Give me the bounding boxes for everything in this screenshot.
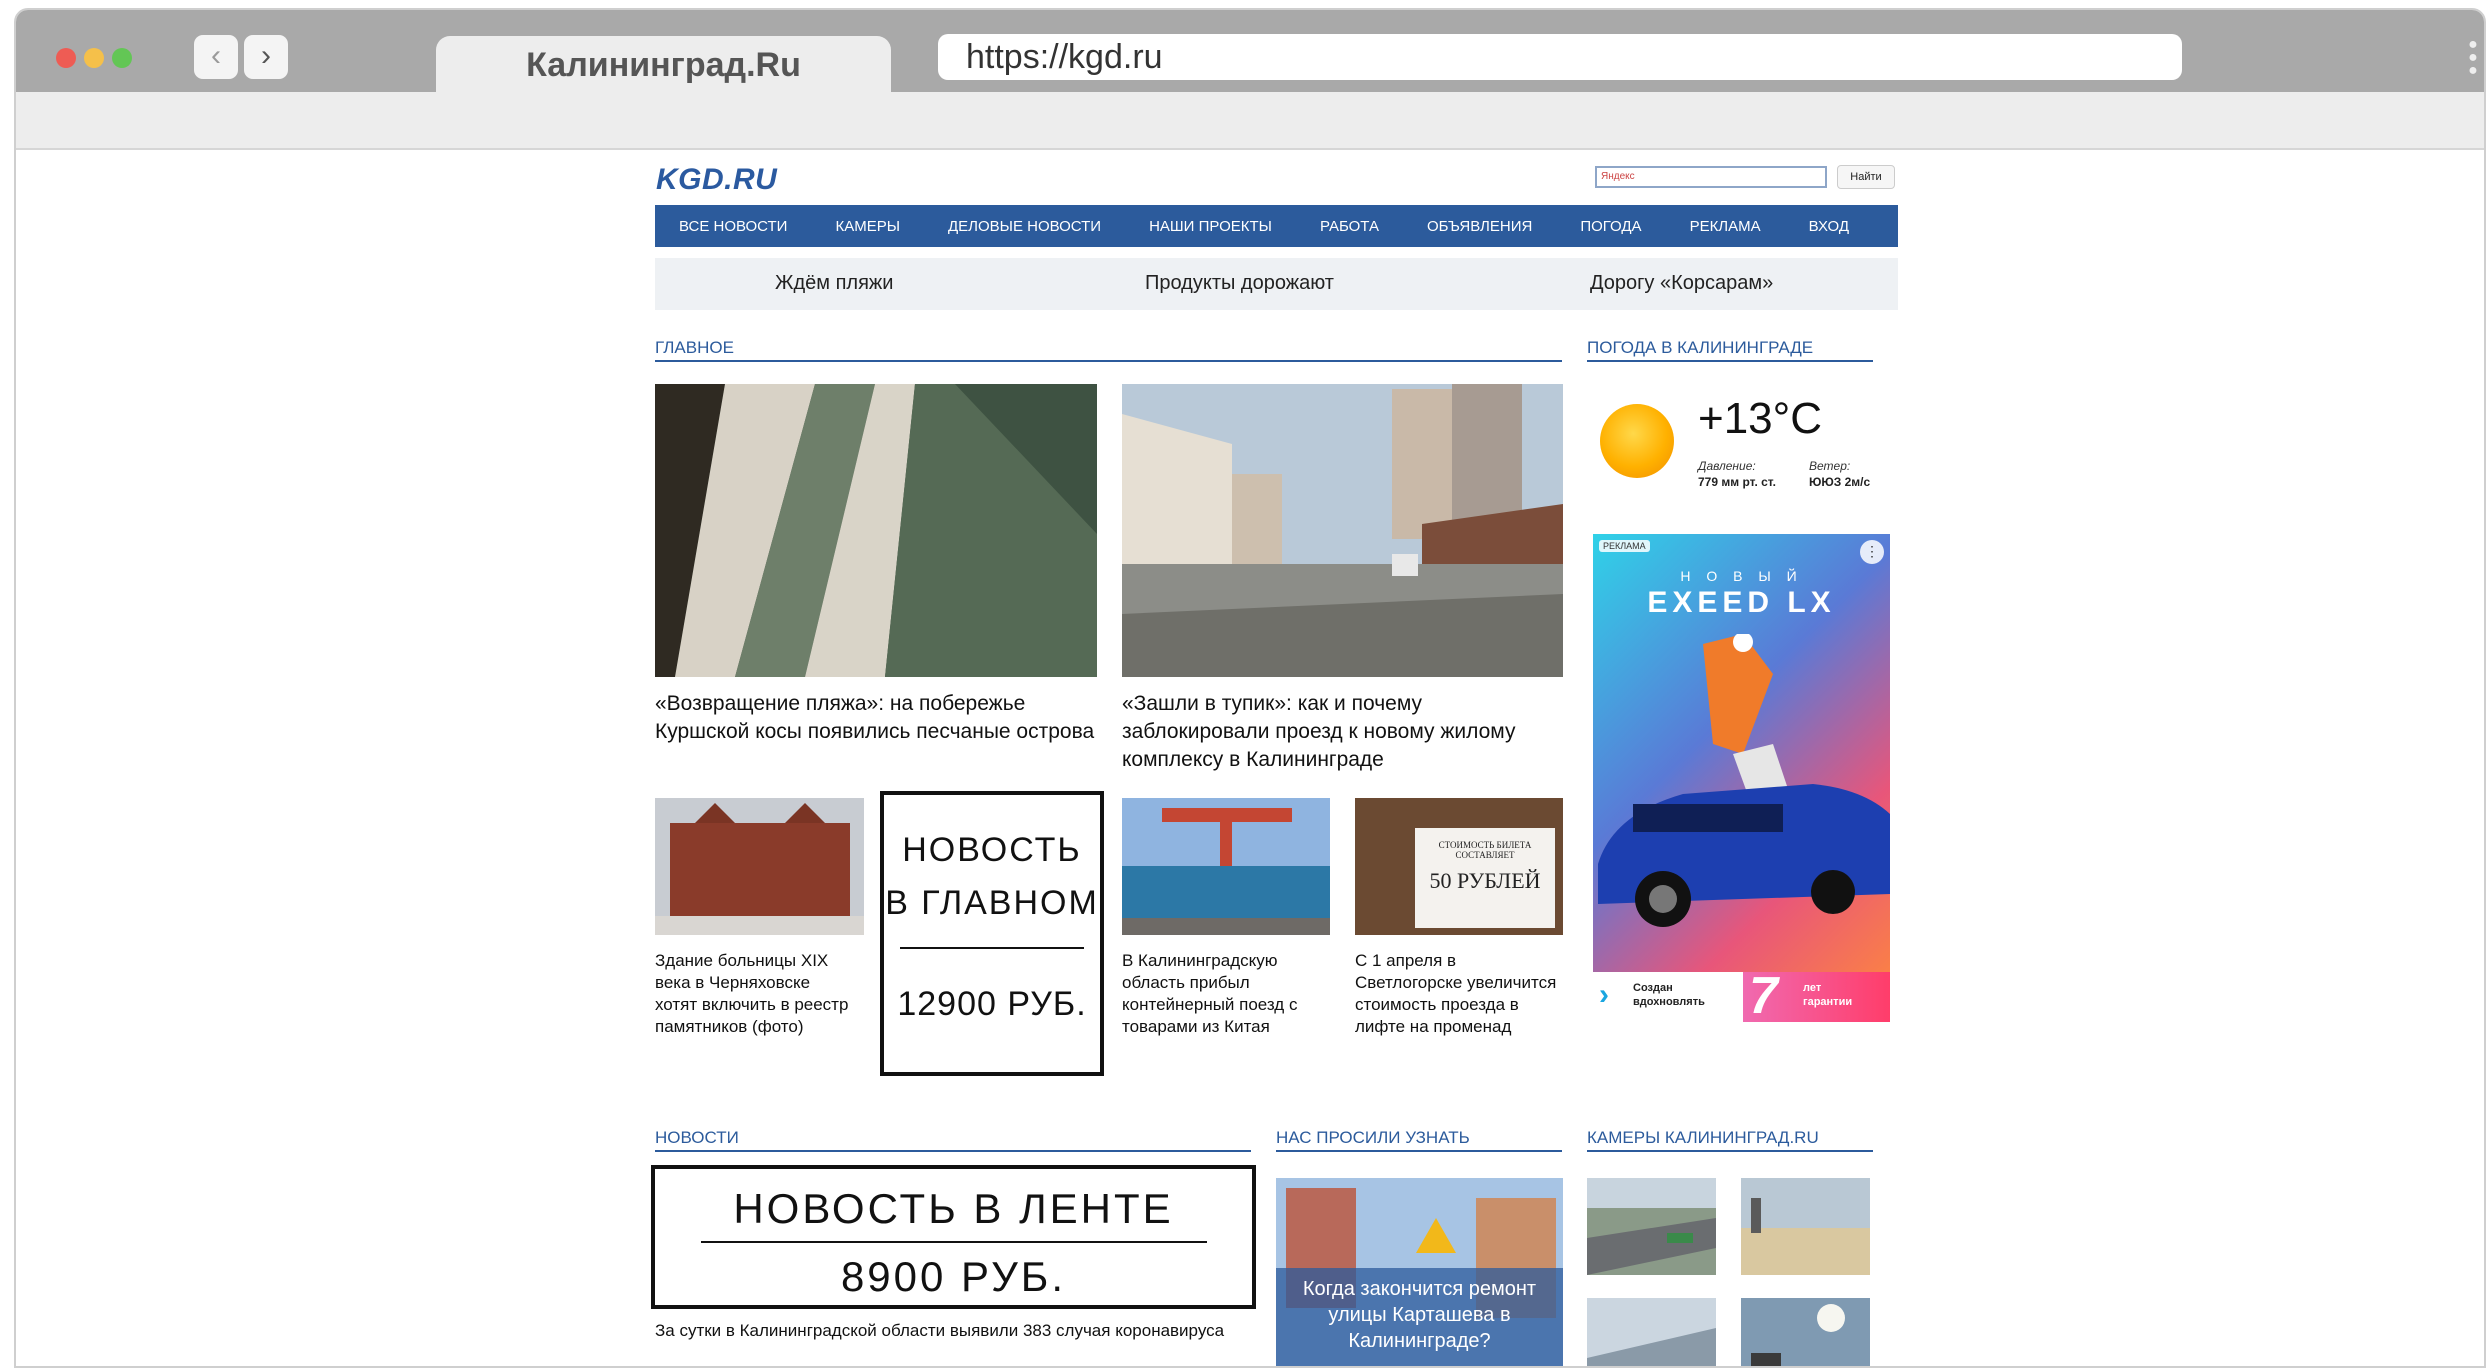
logo-text: KGD.RU (656, 163, 778, 196)
pressure-value: 779 мм рт. ст. (1698, 475, 1776, 489)
promo-feed-ad[interactable]: НОВОСТЬ В ЛЕНТЕ 8900 РУБ. (651, 1165, 1256, 1309)
chevron-right-icon: › (1599, 978, 1609, 1011)
search-input[interactable]: Яндекс (1595, 166, 1827, 188)
nav-advertising[interactable]: РЕКЛАМА (1690, 218, 1761, 235)
car-person-illustration (1598, 634, 1890, 927)
address-bar[interactable]: https://kgd.ru (938, 34, 2182, 80)
sign-price: 50 РУБЛЕЙ (1429, 868, 1541, 893)
pressure-label: Давление: (1698, 459, 1756, 473)
browser-tab[interactable]: Калининград.Ru (436, 36, 891, 96)
hospital-image (655, 798, 864, 935)
section-cameras-header[interactable]: КАМЕРЫ КАЛИНИНГРАД.RU (1587, 1128, 1873, 1152)
container-train-image (1122, 798, 1330, 935)
promo-main-ad[interactable]: НОВОСТЬ В ГЛАВНОМ 12900 РУБ. (880, 791, 1104, 1076)
trend-link[interactable]: Дорогу «Корсарам» (1590, 272, 1773, 295)
maximize-window-icon[interactable] (112, 48, 132, 68)
promo-line: В ГЛАВНОМ (885, 884, 1099, 922)
news-headline[interactable]: Здание больницы XIX века в Черняховске х… (655, 950, 855, 1038)
nav-login[interactable]: ВХОД (1809, 218, 1849, 235)
ad-label: РЕКЛАМА (1599, 540, 1650, 552)
exeed-banner-ad[interactable]: РЕКЛАМА ⋮ Н О В Ы Й EXEED LX › Создан вд… (1593, 534, 1890, 1022)
camera-sky-image (1741, 1298, 1870, 1366)
browser-menu-icon[interactable]: ● ● ● (2468, 37, 2478, 79)
price-sign: СТОИМОСТЬ БИЛЕТА СОСТАВЛЯЕТ 50 РУБЛЕЙ (1415, 828, 1555, 928)
section-asked-header[interactable]: НАС ПРОСИЛИ УЗНАТЬ (1276, 1128, 1562, 1152)
guarantee-text: гарантии (1803, 996, 1853, 1008)
section-news-header[interactable]: НОВОСТИ (655, 1128, 1251, 1152)
trend-link[interactable]: Ждём пляжи (775, 272, 893, 295)
nav-cameras[interactable]: КАМЕРЫ (835, 218, 900, 235)
banner-slogan: Создан (1633, 982, 1673, 994)
guarantee-years: 7 (1749, 967, 1778, 1022)
news-photo-beach[interactable] (655, 384, 1097, 677)
nav-all-news[interactable]: ВСЕ НОВОСТИ (679, 218, 787, 235)
forward-button[interactable]: › (244, 35, 288, 79)
sun-icon (1600, 404, 1674, 478)
trend-link[interactable]: Продукты дорожают (1145, 272, 1334, 295)
banner-footer: › Создан вдохновлять 7 лет гарантии (1593, 967, 1890, 1022)
camera-street-image (1587, 1178, 1716, 1275)
news-headline[interactable]: В Калининградскую область прибыл контейн… (1122, 950, 1327, 1038)
back-button[interactable]: ‹ (194, 35, 238, 79)
minimize-window-icon[interactable] (84, 48, 104, 68)
news-photo-train[interactable] (1122, 798, 1330, 935)
camera-thumbnail[interactable] (1587, 1298, 1716, 1366)
banner-brand: EXEED LX (1647, 586, 1836, 619)
weather-temperature[interactable]: +13°C (1698, 394, 1822, 444)
nav-weather[interactable]: ПОГОДА (1580, 218, 1641, 235)
camera-thumbnail[interactable] (1587, 1178, 1716, 1275)
promo-price: 8900 РУБ. (840, 1253, 1067, 1300)
section-weather-header[interactable]: ПОГОДА В КАЛИНИНГРАДЕ (1587, 338, 1873, 362)
trending-topics: Ждём пляжи Продукты дорожают Дорогу «Кор… (655, 258, 1898, 310)
nav-jobs[interactable]: РАБОТА (1320, 218, 1379, 235)
close-window-icon[interactable] (56, 48, 76, 68)
feed-headline[interactable]: За сутки в Калининградской области выяви… (655, 1320, 1251, 1342)
nav-business-news[interactable]: ДЕЛОВЫЕ НОВОСТИ (948, 218, 1101, 235)
promo-divider (900, 947, 1084, 949)
sign-text: СОСТАВЛЯЕТ (1455, 850, 1515, 860)
ad-menu-icon[interactable]: ⋮ (1860, 540, 1884, 564)
wind-value: ЮЮЗ 2м/с (1809, 475, 1871, 489)
camera-coast-image (1587, 1298, 1716, 1366)
beach-aerial-image (655, 384, 1097, 677)
camera-thumbnail[interactable] (1741, 1298, 1870, 1366)
bookmarks-bar (16, 92, 2484, 150)
guarantee-text: лет (1803, 982, 1822, 994)
news-headline[interactable]: «Зашли в тупик»: как и почему заблокиров… (1122, 690, 1567, 774)
camera-thumbnail[interactable] (1741, 1178, 1870, 1275)
news-photo-street[interactable] (1122, 384, 1563, 677)
banner-slogan: вдохновлять (1633, 996, 1705, 1008)
promo-price: 12900 РУБ. (897, 985, 1087, 1023)
news-headline[interactable]: «Возвращение пляжа»: на побережье Куршск… (655, 690, 1097, 746)
site-logo[interactable]: KGD.RU (656, 163, 777, 197)
news-photo-hospital[interactable] (655, 798, 864, 935)
asked-title: Когда закончится ремонт улицы Карташева … (1302, 1278, 1537, 1352)
nav-our-projects[interactable]: НАШИ ПРОЕКТЫ (1149, 218, 1272, 235)
wind-label: Ветер: (1809, 459, 1851, 473)
guarantee-block: 7 лет гарантии (1743, 967, 1890, 1022)
news-headline[interactable]: С 1 апреля в Светлогорске увеличится сто… (1355, 950, 1560, 1038)
promo-line: НОВОСТЬ (902, 831, 1082, 869)
section-main-header[interactable]: ГЛАВНОЕ (655, 338, 1562, 362)
banner-top-text: Н О В Ы Й (1680, 568, 1803, 584)
camera-sea-image (1741, 1178, 1870, 1275)
search-button[interactable]: Найти (1837, 165, 1895, 189)
news-photo-sign[interactable]: СТОИМОСТЬ БИЛЕТА СОСТАВЛЯЕТ 50 РУБЛЕЙ (1355, 798, 1563, 935)
promo-line: НОВОСТЬ В ЛЕНТЕ (733, 1185, 1174, 1232)
asked-card[interactable]: Когда закончится ремонт улицы Карташева … (1276, 1178, 1563, 1366)
web-page: KGD.RU Яндекс Найти ВСЕ НОВОСТИ КАМЕРЫ Д… (640, 148, 1898, 1366)
nav-classifieds[interactable]: ОБЪЯВЛЕНИЯ (1427, 218, 1532, 235)
street-image (1122, 384, 1563, 677)
main-navigation: ВСЕ НОВОСТИ КАМЕРЫ ДЕЛОВЫЕ НОВОСТИ НАШИ … (655, 205, 1898, 247)
browser-window: ‹ › Калининград.Ru https://kgd.ru ● ● ● KG… (14, 8, 2486, 1368)
sign-text: СТОИМОСТЬ БИЛЕТА (1438, 840, 1532, 850)
promo-divider (700, 1241, 1207, 1243)
